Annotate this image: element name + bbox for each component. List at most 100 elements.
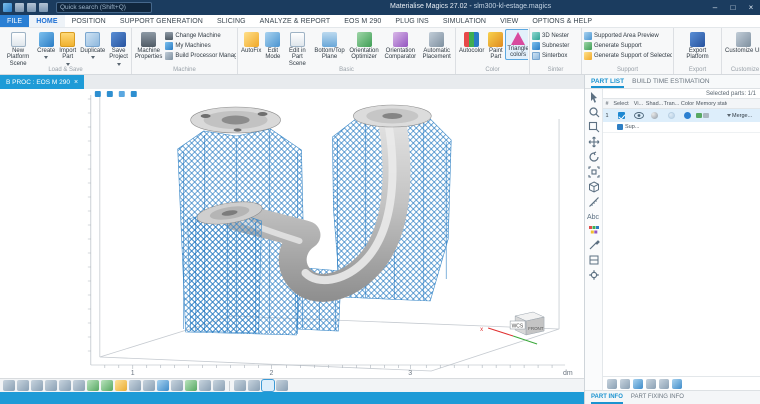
tab-position[interactable]: POSITION bbox=[65, 15, 113, 27]
zoom-icon[interactable] bbox=[588, 106, 600, 118]
col-select[interactable]: Select bbox=[611, 101, 631, 107]
zoom-to-part-icon[interactable] bbox=[633, 379, 643, 389]
tab-simulation[interactable]: SIMULATION bbox=[436, 15, 493, 27]
new-platform-scene-button[interactable]: New Platform Scene bbox=[1, 29, 35, 66]
delete-part-icon[interactable] bbox=[659, 379, 669, 389]
build-processor-manager-button[interactable]: Build Processor Manager bbox=[164, 52, 236, 60]
pan-icon[interactable] bbox=[588, 136, 600, 148]
minimize-button[interactable]: – bbox=[706, 0, 724, 15]
shaded-view-icon[interactable] bbox=[101, 380, 113, 391]
close-tab-icon[interactable]: × bbox=[74, 79, 78, 86]
generate-support-button[interactable]: Generate Support bbox=[583, 42, 672, 50]
create-button[interactable]: Create bbox=[35, 29, 57, 60]
col-visible[interactable]: Vi... bbox=[631, 101, 646, 107]
3d-viewport[interactable]: 1 2 3 dm bbox=[0, 89, 584, 378]
clipping-plane-icon[interactable] bbox=[588, 254, 600, 266]
machine-properties-button[interactable]: Machine Properties bbox=[133, 29, 164, 62]
rotate-view-icon[interactable] bbox=[588, 151, 600, 163]
col-shading[interactable]: Shad... bbox=[646, 101, 663, 107]
tab-analyze-report[interactable]: ANALYZE & REPORT bbox=[253, 15, 338, 27]
3d-nester-button[interactable]: 3D Nester bbox=[531, 32, 570, 40]
tab-support-generation[interactable]: SUPPORT GENERATION bbox=[113, 15, 210, 27]
tab-part-list[interactable]: PART LIST bbox=[591, 75, 624, 88]
view-cube[interactable]: x WCS FRONT bbox=[480, 312, 544, 344]
edit-in-part-scene-button[interactable]: Edit in Part Scene bbox=[282, 29, 312, 66]
mark-colors-icon[interactable] bbox=[588, 224, 600, 236]
col-transparency[interactable]: Tran... bbox=[663, 101, 680, 107]
change-machine-button[interactable]: Change Machine bbox=[164, 32, 236, 40]
quick-search-input[interactable] bbox=[56, 2, 152, 13]
bottom-top-plane-button[interactable]: Bottom/Top Plane bbox=[312, 29, 346, 62]
tab-part-fixing-info[interactable]: PART FIXING INFO bbox=[631, 391, 684, 404]
part-preview-icon[interactable] bbox=[234, 380, 246, 391]
col-color[interactable]: Color bbox=[680, 101, 695, 107]
automatic-placement-button[interactable]: Automatic Placement bbox=[419, 29, 454, 62]
shading-icon[interactable] bbox=[651, 112, 658, 119]
tab-home[interactable]: HOME bbox=[29, 15, 64, 27]
maximize-button[interactable]: □ bbox=[724, 0, 742, 15]
export-platform-button[interactable]: Export Platform bbox=[675, 29, 720, 62]
viewport-corner-icons[interactable] bbox=[95, 91, 137, 97]
autofix-button[interactable]: AutoFix bbox=[239, 29, 263, 55]
iso-view-icon[interactable] bbox=[3, 380, 15, 391]
close-button[interactable]: × bbox=[742, 0, 760, 15]
snapshot-icon[interactable] bbox=[276, 380, 288, 391]
zoom-fit-icon[interactable] bbox=[588, 166, 600, 178]
supports-preview-icon[interactable] bbox=[262, 380, 274, 391]
annotate-icon[interactable]: Abc bbox=[587, 211, 601, 221]
col-memory-state[interactable]: Memory state bbox=[695, 101, 727, 107]
right-view-icon[interactable] bbox=[59, 380, 71, 391]
add-part-icon[interactable] bbox=[607, 379, 617, 389]
left-view-icon[interactable] bbox=[45, 380, 57, 391]
part-color-swatch[interactable] bbox=[684, 112, 691, 119]
tab-slicing[interactable]: SLICING bbox=[210, 15, 253, 27]
view-cube-icon[interactable] bbox=[588, 181, 600, 193]
tab-view[interactable]: VIEW bbox=[493, 15, 525, 27]
clamp-icon[interactable] bbox=[95, 91, 101, 97]
subnester-button[interactable]: Subnester bbox=[531, 42, 570, 50]
transparent-view-icon[interactable] bbox=[143, 380, 155, 391]
annotations-icon[interactable] bbox=[199, 380, 211, 391]
lock-part-icon[interactable] bbox=[646, 379, 656, 389]
duplicate-button[interactable]: Duplicate bbox=[78, 29, 107, 60]
settings-icon[interactable] bbox=[588, 269, 600, 281]
wireframe-view-icon[interactable] bbox=[115, 380, 127, 391]
sinterbox-button[interactable]: Sinterbox bbox=[531, 52, 570, 60]
slice-view-icon[interactable] bbox=[171, 380, 183, 391]
clamp-icon[interactable] bbox=[107, 91, 113, 97]
customize-ui-button[interactable]: Customize UI bbox=[723, 29, 760, 55]
support-sub-row[interactable]: Sup... bbox=[603, 122, 760, 133]
back-view-icon[interactable] bbox=[31, 380, 43, 391]
my-machines-button[interactable]: My Machines bbox=[164, 42, 236, 50]
3d-viewport-scene[interactable]: 1 2 3 dm bbox=[0, 89, 584, 378]
clamp-icon[interactable] bbox=[119, 91, 125, 97]
paint-brush-icon[interactable] bbox=[588, 239, 600, 251]
scene-tab-bproc-eos-m290[interactable]: B PROC : EOS M 290 × bbox=[0, 75, 84, 89]
part-row[interactable]: 1 Merge... bbox=[603, 109, 760, 122]
transparency-icon[interactable] bbox=[668, 112, 675, 119]
platform-view-icon[interactable] bbox=[157, 380, 169, 391]
paint-part-button[interactable]: Paint Part bbox=[486, 29, 505, 62]
generate-support-of-selected-button[interactable]: Generate Support of Selected bbox=[583, 52, 672, 60]
duplicate-part-icon[interactable] bbox=[620, 379, 630, 389]
orientation-optimizer-button[interactable]: Orientation Optimizer bbox=[347, 29, 382, 62]
zoom-window-icon[interactable] bbox=[588, 121, 600, 133]
bottom-view-icon[interactable] bbox=[87, 380, 99, 391]
select-checkbox[interactable] bbox=[618, 112, 625, 119]
clamp-icon[interactable] bbox=[131, 91, 137, 97]
grid-view-icon[interactable] bbox=[248, 380, 260, 391]
col-number[interactable]: # bbox=[603, 101, 611, 107]
triangle-colors-button[interactable]: Triangle colors bbox=[505, 29, 528, 60]
measurement-icon[interactable] bbox=[185, 380, 197, 391]
triangle-view-icon[interactable] bbox=[129, 380, 141, 391]
tab-plug-ins[interactable]: PLUG INS bbox=[388, 15, 435, 27]
section-view-icon[interactable] bbox=[213, 380, 225, 391]
supported-area-preview-button[interactable]: Supported Area Preview bbox=[583, 32, 672, 40]
save-icon[interactable] bbox=[15, 3, 24, 12]
import-part-button[interactable]: Import Part bbox=[57, 29, 78, 66]
tab-eos-m290[interactable]: EOS M 290 bbox=[337, 15, 388, 27]
tab-part-info[interactable]: PART INFO bbox=[591, 391, 623, 404]
visibility-eye-icon[interactable] bbox=[634, 112, 644, 119]
tab-file[interactable]: FILE bbox=[0, 15, 29, 27]
tab-build-time-estimation[interactable]: BUILD TIME ESTIMATION bbox=[632, 75, 709, 88]
